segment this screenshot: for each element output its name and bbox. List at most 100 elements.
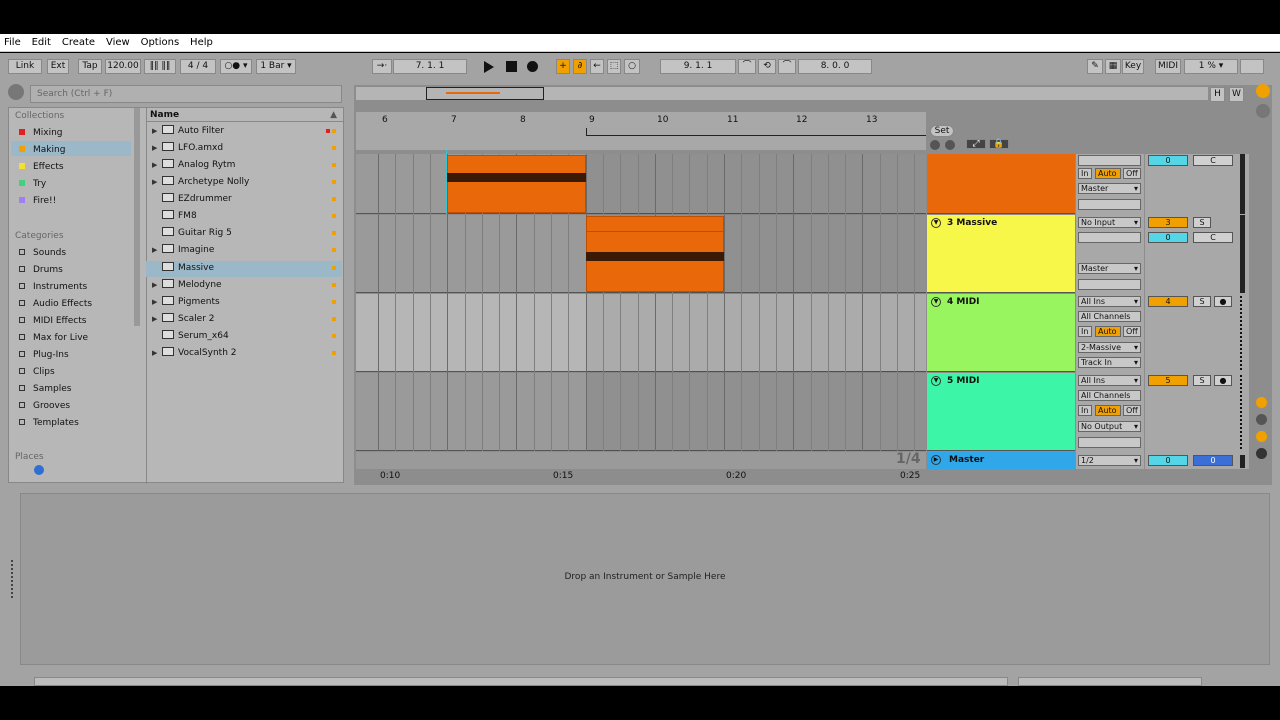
category-max-for-live[interactable]: Max for Live <box>19 333 88 343</box>
next-locator-icon[interactable] <box>945 140 955 150</box>
set-locator-button[interactable]: Set <box>930 125 954 137</box>
monitor-off-button[interactable]: Off <box>1123 405 1141 416</box>
collection-making[interactable]: Making <box>19 145 65 155</box>
track-5-channel-select[interactable]: All Channels <box>1078 390 1141 401</box>
collection-mixing[interactable]: Mixing <box>19 128 63 138</box>
zoom-h-button[interactable]: H <box>1210 87 1225 102</box>
file-lfo[interactable]: ▶ LFO.amxd <box>152 140 342 156</box>
menu-file[interactable]: File <box>0 34 25 48</box>
name-column-header[interactable]: Name ▲ <box>147 108 343 122</box>
master-track-header[interactable]: ▶ Master <box>927 452 1075 469</box>
track-2-output-select[interactable]: Master ▾ <box>1078 183 1141 194</box>
tempo-field[interactable]: 120.00 <box>105 59 141 74</box>
file-pigments[interactable]: ▶ Pigments <box>152 294 342 310</box>
stop-icon[interactable] <box>506 61 517 72</box>
monitor-auto-button[interactable]: Auto <box>1095 405 1121 416</box>
category-samples[interactable]: Samples <box>19 384 71 394</box>
file-imagine[interactable]: ▶ Imagine <box>152 242 342 258</box>
record-icon[interactable] <box>527 61 538 72</box>
master-lane[interactable] <box>356 452 926 469</box>
song-position-field[interactable]: 7. 1. 1 <box>393 59 467 74</box>
punch-in-icon[interactable]: ⌒ <box>738 59 756 74</box>
browser-toggle-icon[interactable] <box>8 84 24 100</box>
file-vocalsynth-2[interactable]: ▶ VocalSynth 2 <box>152 345 342 361</box>
browser-scrollbar[interactable] <box>134 108 140 326</box>
loop-brace[interactable] <box>586 128 926 136</box>
track-4-arm-icon[interactable]: ● <box>1214 296 1232 307</box>
menu-view[interactable]: View <box>102 34 134 48</box>
tap-tempo-button[interactable]: Tap <box>78 59 102 74</box>
file-analog-rytm[interactable]: ▶ Analog Rytm <box>152 157 342 173</box>
track-4-activator[interactable]: 4 <box>1148 296 1188 307</box>
time-ruler[interactable] <box>356 469 926 483</box>
monitor-off-button[interactable]: Off <box>1123 326 1141 337</box>
track-3-output-select[interactable]: Master ▾ <box>1078 263 1141 274</box>
file-guitar-rig[interactable]: Guitar Rig 5 <box>152 225 342 241</box>
master-output-select[interactable]: 1/2 ▾ <box>1078 455 1141 466</box>
category-clips[interactable]: Clips <box>19 367 55 377</box>
back-to-arrangement-icon[interactable]: ← <box>590 59 604 74</box>
track-3-activator[interactable]: 3 <box>1148 217 1188 228</box>
category-midi-effects[interactable]: MIDI Effects <box>19 316 86 326</box>
monitor-off-button[interactable]: Off <box>1123 168 1141 179</box>
master-cue-volume[interactable]: 0 <box>1193 455 1233 466</box>
loop-start-field[interactable]: 9. 1. 1 <box>660 59 736 74</box>
track-5-output-channel[interactable] <box>1078 437 1141 448</box>
file-melodyne[interactable]: ▶ Melodyne <box>152 277 342 293</box>
track-4-solo[interactable]: S <box>1193 296 1211 307</box>
drag-handle[interactable] <box>11 560 14 598</box>
track-3-volume[interactable]: 0 <box>1148 232 1188 243</box>
monitor-in-button[interactable]: In <box>1078 326 1092 337</box>
category-drums[interactable]: Drums <box>19 265 63 275</box>
punch-out-icon[interactable]: ⌒ <box>778 59 796 74</box>
metronome-button[interactable]: ○● ▾ <box>220 59 252 74</box>
file-auto-filter[interactable]: ▶ Auto Filter <box>152 123 342 139</box>
category-instruments[interactable]: Instruments <box>19 282 87 292</box>
lock-icon[interactable]: 🔒 <box>989 139 1009 149</box>
collection-effects[interactable]: Effects <box>19 162 64 172</box>
track-4-output-channel[interactable]: Track In ▾ <box>1078 357 1141 368</box>
track-selector[interactable] <box>1018 677 1202 686</box>
menu-edit[interactable]: Edit <box>28 34 55 48</box>
draw-mode-icon[interactable]: ✎ <box>1087 59 1103 74</box>
track-4-output-select[interactable]: 2-Massive ▾ <box>1078 342 1141 353</box>
file-serum[interactable]: Serum_x64 <box>152 328 342 344</box>
track-3-output-channel[interactable] <box>1078 279 1141 290</box>
track-3-solo[interactable]: S <box>1193 217 1211 228</box>
session-record-icon[interactable]: ○ <box>624 59 640 74</box>
menu-help[interactable]: Help <box>186 34 217 48</box>
quantize-select[interactable]: 1 Bar ▾ <box>256 59 296 74</box>
add-place-icon[interactable] <box>34 465 44 475</box>
loop-icon[interactable]: ⟲ <box>758 59 776 74</box>
midi-map-button[interactable]: MIDI <box>1155 59 1181 74</box>
follow-icon[interactable]: →· <box>372 59 392 74</box>
monitor-in-button[interactable]: In <box>1078 168 1092 179</box>
nudge-buttons[interactable]: ‖‖ ‖‖ <box>144 59 176 74</box>
master-play-icon[interactable]: ▶ <box>931 455 941 465</box>
menu-create[interactable]: Create <box>58 34 99 48</box>
overdub-icon[interactable]: + <box>556 59 570 74</box>
play-icon[interactable] <box>484 61 494 73</box>
clip-view-icon[interactable] <box>1256 84 1270 98</box>
mixer-view-icon[interactable] <box>1256 104 1270 118</box>
capture-icon[interactable]: ⬚ <box>607 59 621 74</box>
track-4-header[interactable]: ▼ 4 MIDI <box>927 294 1075 372</box>
midi-clip-1[interactable] <box>447 155 586 213</box>
track-3-input-channel[interactable] <box>1078 232 1141 243</box>
track-3-header[interactable]: ▼ 3 Massive <box>927 215 1075 293</box>
category-sounds[interactable]: Sounds <box>19 248 66 258</box>
category-audio-effects[interactable]: Audio Effects <box>19 299 92 309</box>
key-map-button[interactable]: Key <box>1122 59 1144 74</box>
file-scaler-2[interactable]: ▶ Scaler 2 <box>152 311 342 327</box>
category-plug-ins[interactable]: Plug-Ins <box>19 350 69 360</box>
file-archetype-nolly[interactable]: ▶ Archetype Nolly <box>152 174 342 190</box>
track-fold-icon[interactable]: ▼ <box>931 376 941 386</box>
track-3-pan[interactable]: C <box>1193 232 1233 243</box>
file-massive[interactable]: Massive <box>152 260 342 276</box>
monitor-auto-button[interactable]: Auto <box>1095 326 1121 337</box>
track-2-header[interactable] <box>927 154 1075 214</box>
returns-toggle-icon[interactable] <box>1256 414 1267 425</box>
link-button[interactable]: Link <box>8 59 42 74</box>
monitor-in-button[interactable]: In <box>1078 405 1092 416</box>
track-2-output-channel[interactable] <box>1078 199 1141 210</box>
